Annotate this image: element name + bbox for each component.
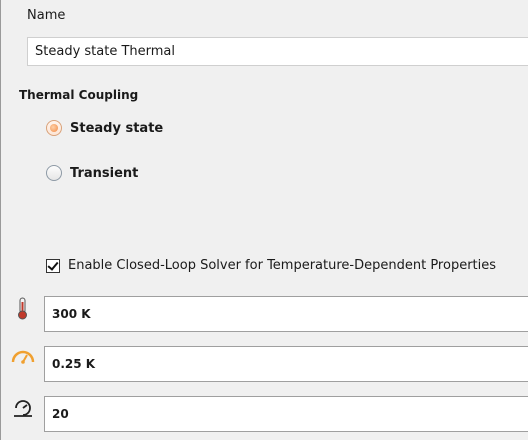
radio-steady-state[interactable]: Steady state bbox=[46, 120, 163, 136]
radio-button[interactable] bbox=[46, 165, 62, 181]
tolerance-input[interactable]: 0.25 K bbox=[44, 346, 528, 382]
radio-label-transient: Transient bbox=[70, 165, 139, 181]
radio-transient[interactable]: Transient bbox=[46, 165, 138, 181]
iteration-icon bbox=[10, 395, 36, 421]
closed-loop-checkbox-row[interactable]: Enable Closed-Loop Solver for Temperatur… bbox=[46, 258, 496, 273]
panel-left-border bbox=[0, 0, 1, 440]
closed-loop-label: Enable Closed-Loop Solver for Temperatur… bbox=[68, 258, 497, 273]
name-label: Name bbox=[27, 8, 66, 23]
closed-loop-checkbox[interactable] bbox=[46, 258, 60, 273]
name-input[interactable]: Steady state Thermal bbox=[27, 37, 528, 66]
thermometer-icon bbox=[10, 296, 36, 322]
temperature-input[interactable]: 300 K bbox=[44, 296, 528, 332]
gauge-icon bbox=[10, 346, 36, 372]
radio-label-steady-state: Steady state bbox=[70, 120, 164, 136]
iterations-input[interactable]: 20 bbox=[44, 396, 528, 432]
radio-button-selected[interactable] bbox=[46, 120, 62, 136]
thermal-coupling-heading: Thermal Coupling bbox=[19, 88, 139, 102]
